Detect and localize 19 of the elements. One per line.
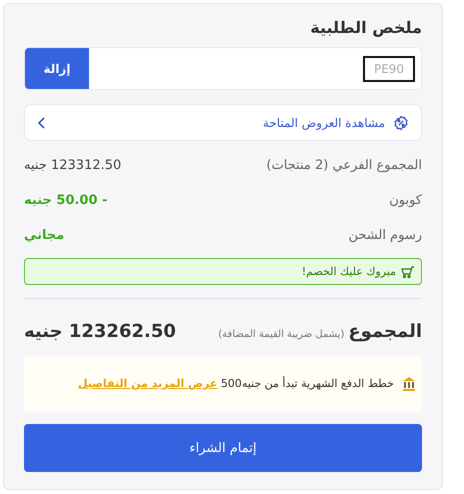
checkout-button[interactable]: إتمام الشراء <box>24 424 422 472</box>
summary-label: رسوم الشحن <box>348 228 422 243</box>
remove-button[interactable]: إزالة <box>25 48 89 89</box>
offers-button[interactable]: مشاهدة العروض المتاحة <box>24 104 422 141</box>
total-label: المجموع <box>348 321 422 342</box>
vat-note: (يشمل ضريبة القيمة المضافة) <box>218 329 344 340</box>
installments-text: خطط الدفع الشهرية تبدأ من جنيه500 عرض المزيد من التفاصيل <box>78 375 394 392</box>
summary-value: 123312.50 جنيه <box>24 158 122 173</box>
summary-title: ملخص الطلبية <box>309 18 422 37</box>
discount-icon <box>393 114 409 130</box>
total-value: 123262.50 جنيه <box>24 321 176 342</box>
chevron-left-icon <box>37 116 47 130</box>
summary-value: - 50.00 جنيه <box>24 193 108 208</box>
summary-label: كوبون <box>389 193 422 208</box>
summary-label: المجموع الفرعي (2 منتجات) <box>266 158 422 173</box>
cart-icon <box>400 264 415 278</box>
summary-value: مجاني <box>24 228 64 243</box>
success-message: مبروك عليك الخصم! <box>302 265 396 278</box>
bank-icon <box>402 376 416 392</box>
